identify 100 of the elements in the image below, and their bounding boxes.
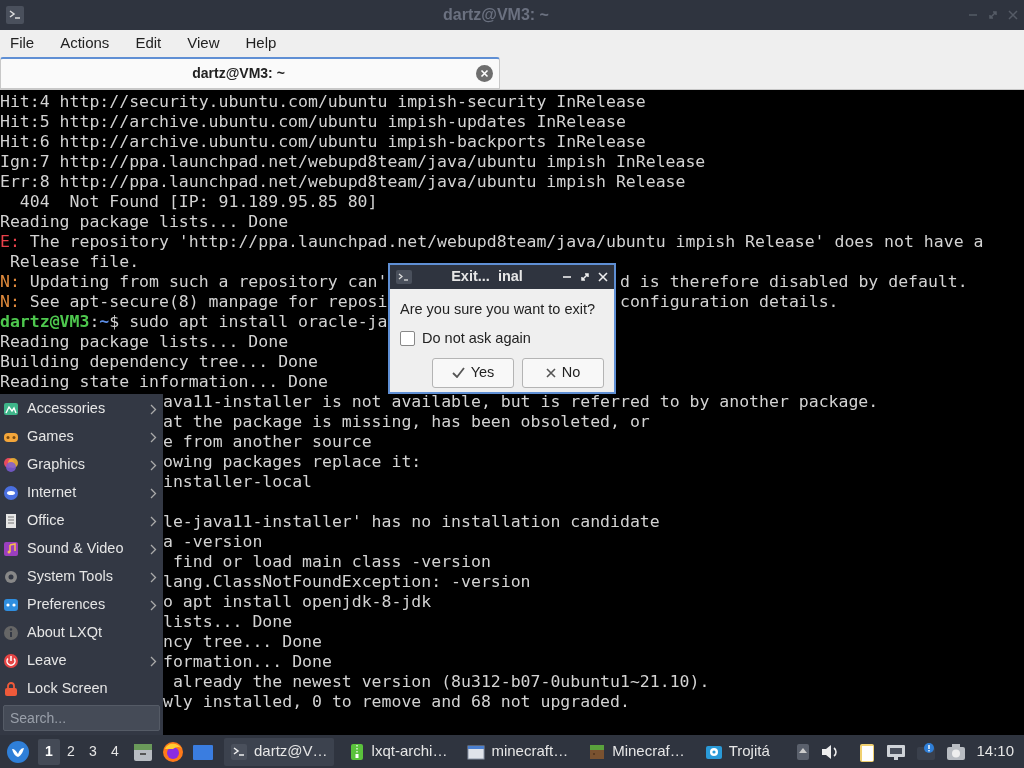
checkbox[interactable]	[400, 331, 415, 347]
terminal-line: a -version	[163, 532, 263, 551]
menu-item[interactable]: Lock Screen	[0, 675, 163, 703]
notification-icon[interactable]	[916, 741, 937, 762]
terminal-line: lang.ClassNotFoundException: -version	[163, 572, 531, 591]
terminal-line: owing packages replace it:	[163, 452, 422, 471]
terminal-tab[interactable]: dartz@VM3: ~	[0, 57, 500, 89]
taskbar-button[interactable]: Trojitá	[698, 737, 776, 766]
menu-item[interactable]: Sound & Video	[0, 535, 163, 563]
terminal-line: Reading package lists... Done	[0, 212, 289, 231]
terminal-icon	[396, 270, 412, 284]
terminal-line: Ign:7 http://ppa.launchpad.net/webupd8team/java/ubuntu impish InRelease	[0, 152, 706, 171]
menu-item[interactable]: Office	[0, 507, 163, 535]
gear-icon	[3, 569, 19, 585]
close-icon	[545, 367, 556, 378]
menu-item[interactable]: File	[10, 31, 35, 55]
firefox-icon[interactable]	[162, 740, 184, 763]
screenshot-icon[interactable]	[946, 742, 967, 761]
preferences-icon	[3, 597, 19, 613]
dialog-title: Exit... inal	[450, 267, 524, 287]
menu-label: Graphics	[27, 455, 87, 475]
terminal-line: d is therefore disabled by default.	[620, 272, 968, 292]
terminal-line: Building dependency tree... Done	[0, 352, 318, 371]
terminal-icon	[6, 6, 24, 24]
lock-icon	[3, 681, 19, 697]
checkbox-label: Do not ask again	[422, 328, 531, 348]
terminal-line: le-java11-installer' has no installation candidate	[163, 512, 660, 531]
menu-label: Games	[27, 427, 75, 447]
start-menu-icon[interactable]	[6, 739, 30, 764]
music-icon	[3, 541, 19, 557]
menu-item[interactable]: Help	[245, 31, 277, 55]
terminal-line: wly installed, 0 to remove and 68 not upgraded.	[163, 692, 630, 711]
network-icon[interactable]	[886, 742, 907, 761]
desktop-button[interactable]: 3	[82, 738, 104, 765]
menu-label: System Tools	[27, 567, 114, 587]
terminal-line: N: Updating from such a repository can'	[0, 272, 388, 291]
yes-button[interactable]: Yes	[432, 357, 514, 388]
desktop-button[interactable]: 1	[38, 738, 60, 765]
window-title: dartz@VM3: ~	[443, 5, 549, 25]
desktop-button[interactable]: 4	[104, 738, 126, 765]
menu-label: Preferences	[27, 595, 107, 615]
terminal-line: ncy tree... Done	[163, 632, 322, 651]
menu-label: Leave	[27, 651, 68, 671]
terminal-line: installer-local	[163, 472, 312, 491]
terminal-line: Release file.	[8, 252, 140, 271]
menu-label: Internet	[27, 483, 78, 503]
tray-expand-icon[interactable]	[796, 742, 811, 761]
terminal-icon	[230, 742, 248, 761]
menu-item[interactable]: Graphics	[0, 451, 163, 479]
window-icon	[467, 742, 486, 761]
palette-icon	[3, 457, 19, 473]
accessories-icon	[3, 401, 19, 417]
menu-item[interactable]: Accessories	[0, 395, 163, 423]
terminal-line: Err:8 http://ppa.launchpad.net/webupd8team/java/ubuntu impish Release	[0, 172, 686, 191]
menu-item[interactable]: Preferences	[0, 591, 163, 619]
close-tab-icon[interactable]	[476, 65, 493, 82]
terminal-line: lists... Done	[163, 612, 293, 631]
menu-item[interactable]: Internet	[0, 479, 163, 507]
terminal-line: ava11-installer is not available, but is referred to by another package.	[163, 392, 879, 411]
terminal-line: E: The repository 'http://ppa.launchpad.net/webupd8team/java/ubuntu impish Release' does not have a	[0, 232, 984, 251]
dialog-message: Are you sure you want to exit?	[400, 300, 597, 319]
terminal-line: at the package is missing, has been obsoleted, or	[163, 412, 650, 431]
no-button[interactable]: No	[522, 357, 604, 388]
terminal-line: N: See apt-secure(8) manpage for reposi	[0, 292, 388, 311]
menu-label: About LXQt	[27, 623, 103, 643]
terminal-line: already the newest version (8u312-b07-0ubuntu1~21.10).	[171, 672, 710, 691]
taskbar-button[interactable]: dartz@V…	[224, 737, 334, 766]
menu-item[interactable]: Edit	[135, 31, 162, 55]
terminal-line: Hit:6 http://archive.ubuntu.com/ubuntu impish-backports InRelease	[0, 132, 646, 151]
menu-item[interactable]: System Tools	[0, 563, 163, 591]
terminal-line: 404 Not Found [IP: 91.189.95.85 80]	[18, 192, 378, 211]
menu-label: Office	[27, 511, 66, 531]
terminal-line: formation... Done	[163, 652, 332, 671]
menu-label: Sound & Video	[27, 539, 125, 559]
terminal-line: e from another source	[163, 432, 372, 451]
menu-label: Lock Screen	[27, 679, 109, 699]
terminal-line: Reading package lists... Done	[0, 332, 289, 351]
grass-block-icon	[588, 742, 607, 761]
menu-item[interactable]: View	[187, 31, 220, 55]
terminal-line: o apt install openjdk-8-jdk	[163, 592, 432, 611]
terminal-line: Reading state information... Done	[0, 372, 328, 391]
desktop-button[interactable]: 2	[60, 738, 82, 765]
search-field[interactable]: Search...	[3, 705, 160, 731]
terminal-line: configuration details.	[620, 292, 839, 312]
power-icon	[3, 653, 19, 669]
terminal-line: dartz@VM3:~$ sudo apt install oracle-ja	[0, 312, 388, 331]
menu-item[interactable]: Actions	[60, 31, 110, 55]
clock: 14:10	[976, 741, 1014, 762]
menu-item[interactable]: Leave	[0, 647, 163, 675]
taskbar-button[interactable]: lxqt-archi…	[341, 737, 454, 766]
terminal-line: Hit:4 http://security.ubuntu.com/ubuntu impish-security InRelease	[0, 92, 646, 111]
menu-item[interactable]: Games	[0, 423, 163, 451]
taskbar-button[interactable]: minecraft…	[461, 737, 575, 766]
document-icon	[3, 513, 19, 529]
taskbar-button[interactable]: Minecraf…	[582, 737, 691, 766]
menu-item[interactable]: About LXQt	[0, 619, 163, 647]
checkmark-icon	[451, 367, 465, 378]
menu-label: Accessories	[27, 399, 107, 419]
terminal-line: Hit:5 http://archive.ubuntu.com/ubuntu impish-updates InRelease	[0, 112, 626, 131]
info-icon	[3, 625, 19, 641]
